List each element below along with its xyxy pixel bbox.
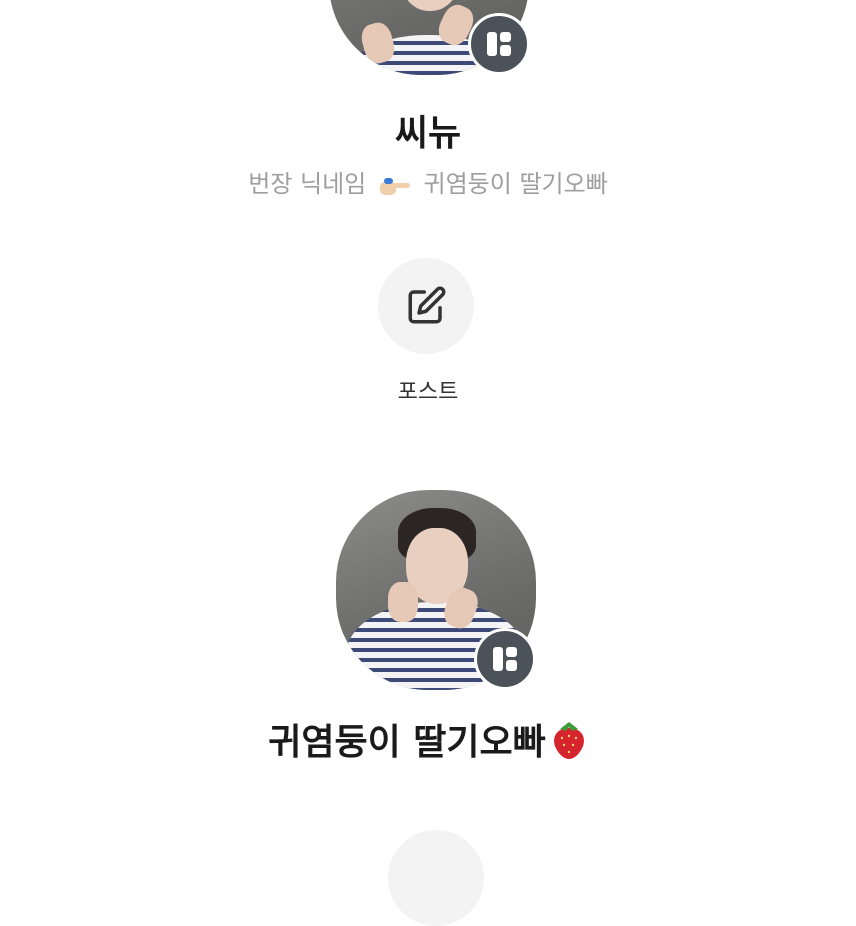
post-label: 포스트 <box>397 380 459 405</box>
grid-widget-badge-bottom[interactable] <box>474 628 536 690</box>
edit-pencil-icon <box>408 286 446 324</box>
post-button[interactable] <box>378 258 474 354</box>
grid-widget-icon <box>493 647 517 671</box>
profile-name-bottom: 귀염둥이 딸기오빠 <box>0 713 856 765</box>
next-action-button[interactable] <box>388 830 484 926</box>
bio-prefix: 번장 닉네임 <box>248 170 367 198</box>
grid-widget-icon <box>487 32 511 56</box>
hand-shape <box>388 582 418 622</box>
strawberry-icon <box>553 722 584 759</box>
profile-bio: 번장 닉네임 귀염둥이 딸기오빠 <box>0 164 856 199</box>
profile-name-text: 귀염둥이 딸기오빠 <box>268 722 546 763</box>
profile-name-top: 씨뉴 <box>394 113 462 154</box>
bio-suffix: 귀염둥이 딸기오빠 <box>423 170 608 198</box>
grid-widget-badge-top[interactable] <box>468 13 530 75</box>
pointing-hand-icon <box>379 178 410 195</box>
